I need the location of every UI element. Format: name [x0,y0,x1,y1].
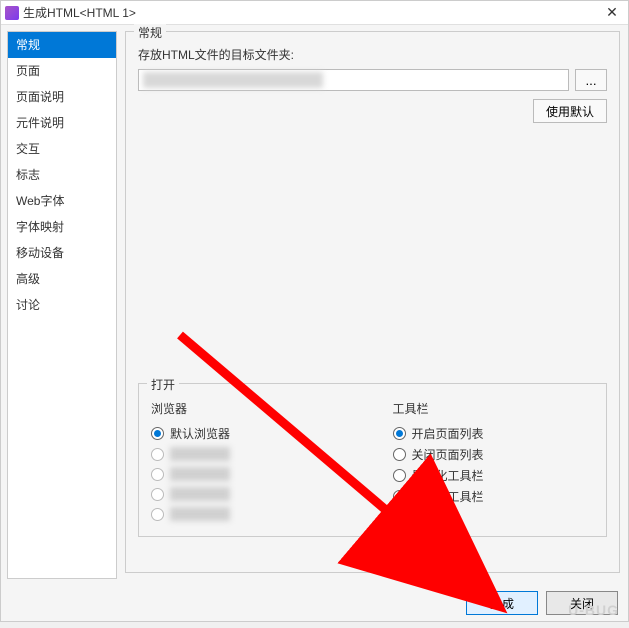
radio-icon [151,448,164,461]
radio-label: 最小化工具栏 [412,467,484,484]
radio-icon [393,427,406,440]
main-panel: 常规 存放HTML文件的目标文件夹: ... 使用默认 打开 [117,25,628,585]
blurred-label [170,487,230,501]
toolbar-option-3[interactable]: 不加载工具栏 [393,486,595,507]
use-default-label: 使用默认 [546,105,594,119]
sidebar-item-4[interactable]: 交互 [8,136,116,162]
sidebar-item-9[interactable]: 高级 [8,266,116,292]
radio-label: 关闭页面列表 [412,446,484,463]
sidebar-item-2[interactable]: 页面说明 [8,84,116,110]
radio-icon [393,448,406,461]
sidebar-item-0[interactable]: 常规 [8,32,116,58]
browser-option-1[interactable] [151,444,353,464]
radio-icon [393,469,406,482]
target-folder-label: 存放HTML文件的目标文件夹: [138,46,607,63]
blurred-path [143,72,323,88]
sidebar: 常规页面页面说明元件说明交互标志Web字体字体映射移动设备高级讨论 [7,31,117,579]
general-legend: 常规 [134,24,166,41]
toolbar-column: 工具栏 开启页面列表关闭页面列表最小化工具栏不加载工具栏 [393,400,595,524]
app-icon [5,6,19,20]
sidebar-item-7[interactable]: 字体映射 [8,214,116,240]
close-button[interactable]: ✕ [600,3,624,23]
generate-button[interactable]: 生成 [466,591,538,615]
open-legend: 打开 [147,376,179,393]
radio-label: 默认浏览器 [170,425,230,442]
browser-option-0[interactable]: 默认浏览器 [151,423,353,444]
radio-icon [151,468,164,481]
dialog-window: 生成HTML<HTML 1> ✕ 常规页面页面说明元件说明交互标志Web字体字体… [0,0,629,622]
titlebar-left: 生成HTML<HTML 1> [5,4,136,21]
generate-label: 生成 [490,595,514,612]
browser-option-2[interactable] [151,464,353,484]
radio-icon [393,490,406,503]
window-title: 生成HTML<HTML 1> [23,4,136,21]
footer: 生成 关闭 [1,585,628,621]
path-row: ... [138,69,607,91]
open-fieldset: 打开 浏览器 默认浏览器 工具栏 开启页面列表关闭页面列表最小化工具栏不加载工具… [138,383,607,537]
radio-label: 不加载工具栏 [412,488,484,505]
use-default-button[interactable]: 使用默认 [533,99,607,123]
blurred-label [170,507,230,521]
sidebar-item-10[interactable]: 讨论 [8,292,116,318]
toolbar-option-2[interactable]: 最小化工具栏 [393,465,595,486]
use-default-row: 使用默认 [138,99,607,123]
blurred-label [170,467,230,481]
browser-column: 浏览器 默认浏览器 [151,400,353,524]
browse-label: ... [585,73,596,88]
sidebar-item-8[interactable]: 移动设备 [8,240,116,266]
sidebar-item-1[interactable]: 页面 [8,58,116,84]
radio-icon [151,508,164,521]
sidebar-item-5[interactable]: 标志 [8,162,116,188]
browser-option-3[interactable] [151,484,353,504]
toolbar-option-1[interactable]: 关闭页面列表 [393,444,595,465]
content-area: 常规页面页面说明元件说明交互标志Web字体字体映射移动设备高级讨论 常规 存放H… [1,25,628,585]
browse-button[interactable]: ... [575,69,607,91]
sidebar-item-6[interactable]: Web字体 [8,188,116,214]
radio-label: 开启页面列表 [412,425,484,442]
open-columns: 浏览器 默认浏览器 工具栏 开启页面列表关闭页面列表最小化工具栏不加载工具栏 [151,400,594,524]
sidebar-item-3[interactable]: 元件说明 [8,110,116,136]
close-label: 关闭 [570,595,594,612]
toolbar-col-label: 工具栏 [393,400,595,417]
browser-col-label: 浏览器 [151,400,353,417]
radio-icon [151,488,164,501]
general-fieldset: 常规 存放HTML文件的目标文件夹: ... 使用默认 打开 [125,31,620,573]
toolbar-option-0[interactable]: 开启页面列表 [393,423,595,444]
blurred-label [170,447,230,461]
close-dialog-button[interactable]: 关闭 [546,591,618,615]
target-folder-input[interactable] [138,69,569,91]
close-icon: ✕ [606,4,618,21]
titlebar: 生成HTML<HTML 1> ✕ [1,1,628,25]
browser-option-4[interactable] [151,504,353,524]
radio-icon [151,427,164,440]
